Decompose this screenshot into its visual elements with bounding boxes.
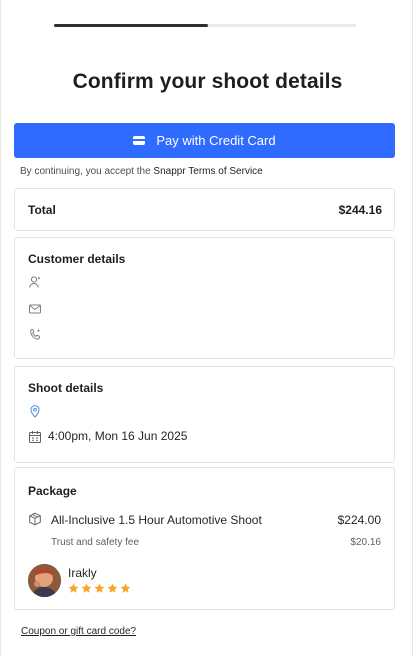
package-card: Package All-Inclusive 1.5 Hour Automotiv… bbox=[14, 467, 395, 610]
total-value: $244.16 bbox=[338, 203, 382, 217]
page-title: Confirm your shoot details bbox=[72, 70, 343, 93]
star-icon bbox=[81, 583, 92, 593]
total-label: Total bbox=[28, 203, 56, 217]
terms-prefix: By continuing, you accept the bbox=[20, 166, 154, 177]
package-heading: Package bbox=[28, 484, 77, 498]
mail-icon[interactable] bbox=[28, 302, 42, 316]
trust-safety-fee-price: $20.16 bbox=[350, 537, 381, 548]
shoot-details-card: Shoot details 4:00pm, Mon 16 Jun 2025 bbox=[14, 366, 395, 463]
customer-details-heading: Customer details bbox=[28, 252, 126, 266]
pay-button-label: Pay with Credit Card bbox=[156, 133, 276, 148]
star-icon bbox=[68, 583, 79, 593]
star-icon bbox=[107, 583, 118, 593]
package-price: $224.00 bbox=[337, 513, 381, 527]
star-icon bbox=[120, 583, 131, 593]
package-name: All-Inclusive 1.5 Hour Automotive Shoot bbox=[51, 513, 262, 527]
phone-icon[interactable] bbox=[28, 328, 42, 342]
pay-with-credit-card-button[interactable]: Pay with Credit Card bbox=[14, 123, 395, 158]
shoot-details-heading: Shoot details bbox=[28, 381, 104, 395]
user-icon[interactable] bbox=[28, 275, 42, 289]
coupon-link[interactable]: Coupon or gift card code? bbox=[21, 626, 136, 637]
photographer-rating bbox=[68, 583, 131, 594]
package-box-icon bbox=[28, 512, 42, 526]
credit-card-icon bbox=[133, 136, 146, 145]
location-pin-icon[interactable] bbox=[28, 404, 42, 418]
photographer-avatar bbox=[28, 564, 61, 597]
progress-bar-fill bbox=[54, 24, 209, 27]
terms-of-service-link[interactable]: Snappr Terms of Service bbox=[153, 166, 262, 177]
star-icon bbox=[94, 583, 105, 593]
shoot-datetime[interactable]: 4:00pm, Mon 16 Jun 2025 bbox=[48, 429, 187, 443]
photographer-name: Irakly bbox=[68, 566, 97, 580]
calendar-icon bbox=[28, 430, 42, 444]
progress-bar bbox=[54, 24, 356, 27]
trust-safety-fee-label: Trust and safety fee bbox=[51, 537, 140, 548]
customer-details-card: Customer details bbox=[14, 237, 395, 359]
page-frame: Confirm your shoot details Pay with Cred… bbox=[0, 0, 413, 656]
total-card: Total $244.16 bbox=[14, 188, 395, 231]
terms-notice: By continuing, you accept the Snappr Ter… bbox=[20, 166, 263, 177]
